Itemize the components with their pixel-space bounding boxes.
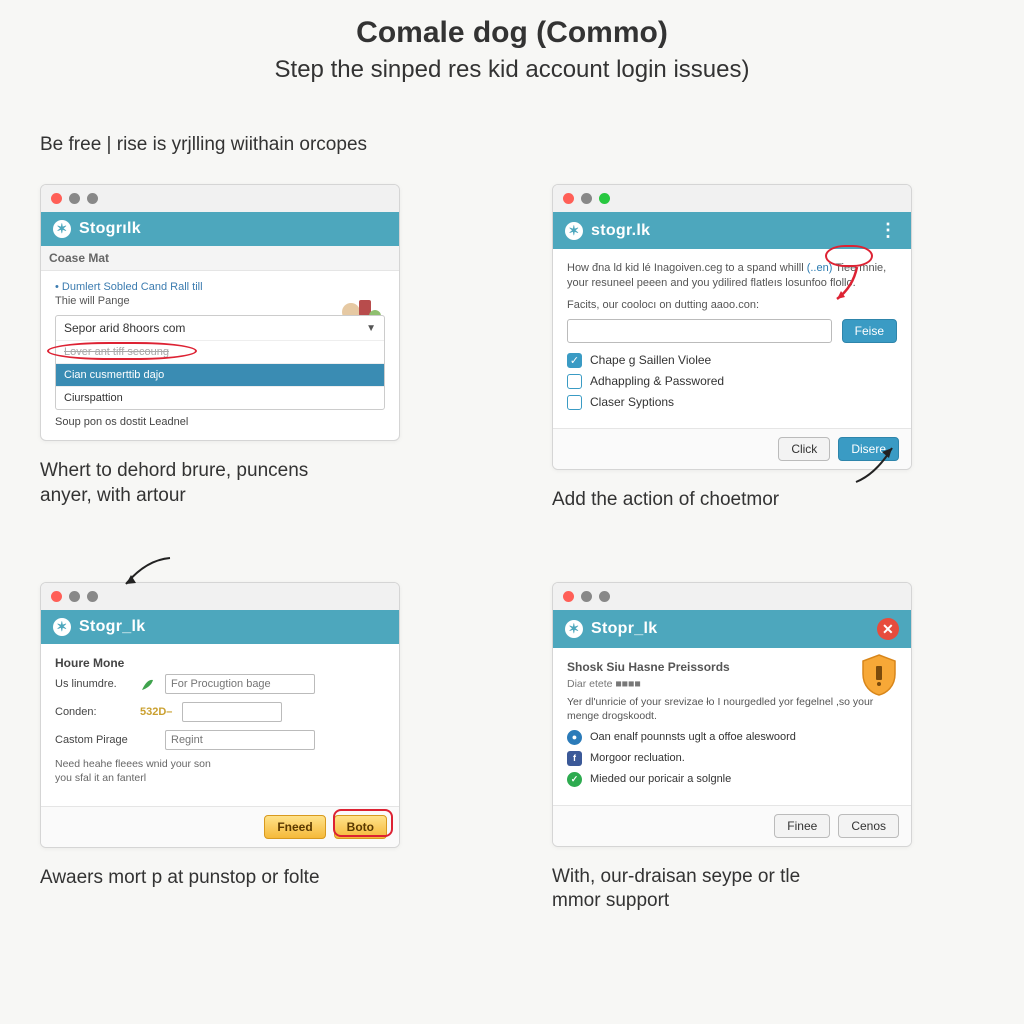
- checkbox-row[interactable]: Claser Syptions: [567, 395, 897, 410]
- checkbox-row[interactable]: Adhappling & Passwored: [567, 374, 897, 389]
- panel-caption: Add the action of choetmor: [552, 488, 852, 513]
- zoom-traffic-icon[interactable]: [87, 591, 98, 602]
- cancel-button[interactable]: Cenos: [838, 814, 899, 838]
- bullet-row: ●Oan enalf pounnsts uglt a offoe aleswoo…: [567, 730, 897, 745]
- text-input[interactable]: [165, 674, 315, 694]
- annotation-circle-icon: [47, 342, 197, 360]
- close-traffic-icon[interactable]: [51, 591, 62, 602]
- line-text: Facits, our coolocı on dutting aaoo.con:: [567, 299, 897, 311]
- annotation-circle-icon: [825, 245, 873, 267]
- close-icon[interactable]: ✕: [877, 618, 899, 640]
- text-input[interactable]: [182, 702, 282, 722]
- leaf-icon: [140, 677, 155, 692]
- minimize-traffic-icon[interactable]: [69, 591, 80, 602]
- info-icon: ●: [567, 730, 582, 745]
- checkbox-icon: [567, 395, 582, 410]
- facebook-icon: f: [567, 751, 582, 766]
- dialog-1: ✶ Stogrılk Coase Mat • Dumlert Sobled Ca…: [40, 184, 400, 441]
- bullet-row: ✓Mieded our poricair a solgnle: [567, 772, 897, 787]
- annotation-circle-icon: [333, 809, 393, 837]
- dialog-4: ✶ Stopr_lk ✕ Shosk Siu Hasne Preissords …: [552, 582, 912, 846]
- page-subtitle: Step the sinped res kid account login is…: [40, 56, 984, 84]
- ok-button[interactable]: Disere: [838, 437, 899, 461]
- checkbox-row[interactable]: ✓ Chape g Saillen Violee: [567, 353, 897, 368]
- note-text: Thie will Pange: [55, 295, 385, 307]
- dialog-2: ✶ stogr.lk ⋮ How đna ld kid lé Inagoiven…: [552, 184, 912, 470]
- panel-caption: Awaers mort p at punstop or folte: [40, 866, 340, 891]
- titlebar: ✶ stogr.lk ⋮: [553, 212, 911, 249]
- panel-caption: With, our-draisan seype or tle mmor supp…: [552, 865, 852, 914]
- hint-text: Need heahe fleees wnid your son you sfal…: [55, 758, 215, 785]
- minimize-traffic-icon[interactable]: [69, 193, 80, 204]
- panel-paragraph: Yer dl'unricie of your srevizae ło I nou…: [567, 696, 897, 723]
- field-label: Us linumdre.: [55, 678, 130, 690]
- inline-link[interactable]: (..en): [807, 262, 833, 274]
- kebab-menu-icon[interactable]: ⋮: [879, 220, 899, 241]
- dropdown-option[interactable]: Ciurspattion: [56, 386, 384, 409]
- zoom-traffic-icon[interactable]: [599, 591, 610, 602]
- checkbox-checked-icon: ✓: [567, 353, 582, 368]
- brand-label: Stogr_lk: [79, 618, 145, 636]
- cancel-button[interactable]: Click: [778, 437, 830, 461]
- window-traffic-lights: [41, 185, 399, 212]
- secondary-button[interactable]: Fneed: [264, 815, 325, 839]
- shield-icon: [861, 654, 897, 696]
- checkbox-label: Claser Syptions: [590, 395, 674, 409]
- close-traffic-icon[interactable]: [51, 193, 62, 204]
- check-icon: ✓: [567, 772, 582, 787]
- dropdown-option-selected[interactable]: Cian cusmerttib dajo: [56, 363, 384, 386]
- zoom-traffic-icon[interactable]: [87, 193, 98, 204]
- checkbox-icon: [567, 374, 582, 389]
- titlebar: ✶ Stogrılk: [41, 212, 399, 246]
- minimize-traffic-icon[interactable]: [581, 591, 592, 602]
- panel-subheading: Diar etete ■■■■: [567, 678, 897, 690]
- zoom-traffic-icon[interactable]: [599, 193, 610, 204]
- code-badge: 532D–: [140, 706, 172, 718]
- brand-icon: ✶: [53, 618, 71, 636]
- text-input[interactable]: [567, 319, 832, 343]
- form-heading: Houre Mone: [55, 656, 385, 670]
- submit-button[interactable]: Feise: [842, 319, 897, 343]
- chevron-down-icon: ▼: [366, 323, 376, 334]
- minimize-traffic-icon[interactable]: [581, 193, 592, 204]
- titlebar: ✶ Stogr_lk: [41, 610, 399, 644]
- window-traffic-lights: [553, 583, 911, 610]
- close-traffic-icon[interactable]: [563, 591, 574, 602]
- panel-caption: Whert to dehord brure, puncens anyer, wi…: [40, 459, 340, 508]
- checkbox-label: Chape g Saillen Violee: [590, 353, 711, 367]
- field-label: Castom Pirage: [55, 734, 130, 746]
- brand-icon: ✶: [565, 620, 583, 638]
- intro-text: Be free | rise is yrjlling wiithain orco…: [40, 134, 984, 156]
- brand-icon: ✶: [53, 220, 71, 238]
- dropdown-value: Sepor arid 8hoors com: [64, 321, 185, 335]
- checkbox-label: Adhappling & Passwored: [590, 374, 724, 388]
- window-traffic-lights: [41, 583, 399, 610]
- dialog-3: ✶ Stogr_lk Houre Mone Us linumdre. Conde…: [40, 582, 400, 847]
- brand-label: Stopr_lk: [591, 620, 657, 638]
- panel-heading: Shosk Siu Hasne Preissords: [567, 660, 897, 674]
- brand-icon: ✶: [565, 222, 583, 240]
- text-input[interactable]: [165, 730, 315, 750]
- brand-label: Stogrılk: [79, 220, 141, 238]
- brand-label: stogr.lk: [591, 222, 650, 240]
- bullet-item: • Dumlert Sobled Cand Rall till: [55, 281, 385, 293]
- dropdown[interactable]: Sepor arid 8hoors com ▼ Lover ant tiff s…: [55, 315, 385, 410]
- close-traffic-icon[interactable]: [563, 193, 574, 204]
- footer-text: Soup pon os dostit Leadnel: [55, 416, 385, 428]
- bullet-row: fMorgoor recluation.: [567, 751, 897, 766]
- section-header: Coase Mat: [41, 246, 399, 271]
- secondary-button[interactable]: Finee: [774, 814, 830, 838]
- field-label: Conden:: [55, 706, 130, 718]
- window-traffic-lights: [553, 185, 911, 212]
- titlebar: ✶ Stopr_lk ✕: [553, 610, 911, 648]
- page-title: Comale dog (Commo): [40, 16, 984, 50]
